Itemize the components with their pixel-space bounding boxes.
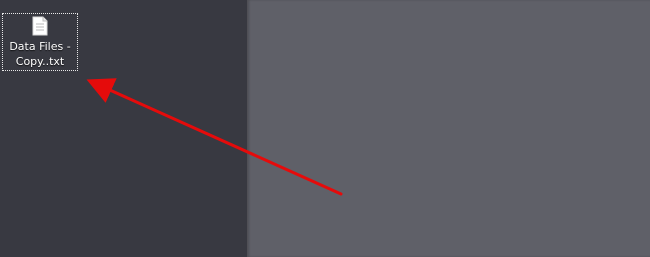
window-background <box>247 0 650 257</box>
screen: Data Files - Copy..txt <box>0 0 650 257</box>
file-name-label: Data Files - Copy..txt <box>9 40 71 68</box>
text-file-icon <box>32 16 48 36</box>
desktop-file-item[interactable]: Data Files - Copy..txt <box>2 13 78 71</box>
desktop-area[interactable]: Data Files - Copy..txt <box>0 0 247 257</box>
